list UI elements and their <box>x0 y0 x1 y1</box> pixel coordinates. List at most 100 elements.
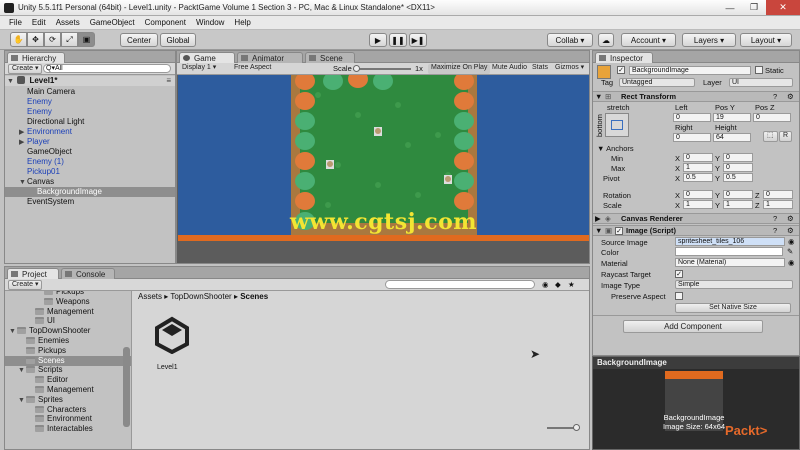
right-field[interactable]: 0 <box>673 133 711 142</box>
filter-label-icon[interactable]: ◆ <box>555 280 561 289</box>
collapse-arrow-icon[interactable]: ▼ <box>595 226 602 235</box>
layers-button[interactable]: Layers ▾ <box>682 33 736 47</box>
menu-help[interactable]: Help <box>229 18 255 27</box>
breadcrumb-scenes[interactable]: Scenes <box>240 292 268 301</box>
scene-menu-icon[interactable]: ≡ <box>166 76 171 86</box>
project-search-input[interactable] <box>385 280 535 289</box>
raw-edit-button[interactable]: R <box>779 131 793 142</box>
object-name-field[interactable]: BackgroundImage <box>629 66 751 75</box>
project-folder-item[interactable]: Interactables <box>5 424 131 434</box>
scale-y-field[interactable]: 1 <box>723 200 753 209</box>
display-select[interactable]: Display 1 ▾ <box>179 64 229 74</box>
project-folder-item[interactable]: Management <box>5 307 131 317</box>
scale-slider-thumb[interactable] <box>353 65 360 72</box>
settings-gear-icon[interactable]: ⚙ <box>787 92 794 101</box>
rot-x-field[interactable]: 0 <box>683 190 713 199</box>
icon-size-slider[interactable] <box>547 424 580 431</box>
hierarchy-item[interactable]: Enemy <box>5 97 175 107</box>
pivot-y-field[interactable]: 0.5 <box>723 173 753 182</box>
asset-level1[interactable]: Level1 <box>152 316 192 371</box>
material-field[interactable]: None (Material) <box>675 258 785 267</box>
object-picker-icon[interactable]: ◉ <box>788 237 795 246</box>
rect-transform-header[interactable]: ▼ ⊞ Rect Transform ? ⚙ <box>593 91 799 102</box>
maximize-icon[interactable]: ❐ <box>742 0 766 15</box>
set-native-size-button[interactable]: Set Native Size <box>675 303 791 313</box>
scene-row[interactable]: ▼ Level1* ≡ <box>5 76 175 86</box>
scale-tool-icon[interactable]: ⤢ <box>61 32 78 47</box>
maximize-on-play-toggle[interactable]: Maximize On Play <box>428 64 491 74</box>
scale-z-field[interactable]: 1 <box>763 200 793 209</box>
breadcrumb-topdownshooter[interactable]: TopDownShooter <box>170 292 231 301</box>
scale-slider[interactable] <box>353 65 411 72</box>
hierarchy-item[interactable]: GameObject <box>5 147 175 157</box>
project-folder-item[interactable]: Scenes <box>5 355 131 366</box>
eyedropper-icon[interactable]: ✎ <box>787 247 793 256</box>
project-folder-item[interactable]: Editor <box>5 375 131 385</box>
posy-field[interactable]: 19 <box>713 113 751 122</box>
tree-scrollbar[interactable] <box>123 347 130 427</box>
collapse-arrow-icon[interactable]: ▶ <box>595 214 601 223</box>
layer-dropdown[interactable]: UI <box>729 78 793 87</box>
preview-header[interactable]: BackgroundImage <box>593 357 799 369</box>
hand-tool-icon[interactable]: ✋ <box>10 32 27 47</box>
hierarchy-search-input[interactable]: Q▾All <box>43 64 171 73</box>
min-y-field[interactable]: 0 <box>723 153 753 162</box>
project-folder-item[interactable]: Weapons <box>5 297 131 307</box>
menu-file[interactable]: File <box>4 18 27 27</box>
canvas-renderer-header[interactable]: ▶ ◈ Canvas Renderer ? ⚙ <box>593 213 799 224</box>
project-folder-item[interactable]: Environment <box>5 414 131 424</box>
project-folder-item[interactable]: Characters <box>5 405 131 415</box>
expand-arrow-icon[interactable]: ▼ <box>7 77 15 87</box>
tab-project[interactable]: Project <box>7 268 59 279</box>
scale-x-field[interactable]: 1 <box>683 200 713 209</box>
anchor-presets-button[interactable] <box>605 113 629 137</box>
hierarchy-create-button[interactable]: Create ▾ <box>8 64 43 74</box>
help-icon[interactable]: ? <box>773 214 777 223</box>
gizmos-dropdown[interactable]: Gizmos ▾ <box>552 64 587 74</box>
anchors-foldout[interactable]: ▼ Anchors <box>597 144 634 153</box>
max-x-field[interactable]: 1 <box>683 163 713 172</box>
max-y-field[interactable]: 0 <box>723 163 753 172</box>
hierarchy-item[interactable]: Enemy (1) <box>5 157 175 167</box>
project-folder-item[interactable]: Enemies <box>5 336 131 346</box>
menu-window[interactable]: Window <box>191 18 229 27</box>
settings-gear-icon[interactable]: ⚙ <box>787 214 794 223</box>
tab-scene[interactable]: Scene <box>305 52 355 63</box>
hierarchy-item[interactable]: Main Camera <box>5 87 175 97</box>
hierarchy-item[interactable]: ▶ Environment <box>5 127 175 137</box>
pivot-x-field[interactable]: 0.5 <box>683 173 713 182</box>
cloud-icon[interactable]: ☁ <box>598 33 614 47</box>
object-picker-icon[interactable]: ◉ <box>788 258 795 267</box>
tab-game[interactable]: Game <box>179 52 235 63</box>
hierarchy-item[interactable]: Directional Light <box>5 117 175 127</box>
tab-console[interactable]: Console <box>61 268 115 279</box>
rot-y-field[interactable]: 0 <box>723 190 753 199</box>
hierarchy-item[interactable]: BackgroundImage <box>5 187 175 197</box>
min-x-field[interactable]: 0 <box>683 153 713 162</box>
color-field[interactable] <box>675 247 783 256</box>
stats-toggle[interactable]: Stats <box>529 64 551 74</box>
height-field[interactable]: 64 <box>713 133 751 142</box>
project-folder-item[interactable]: Management <box>5 385 131 395</box>
game-viewport[interactable]: www.cgtsj.com <box>178 75 589 241</box>
step-button-icon[interactable]: ▶❚ <box>409 33 427 47</box>
hierarchy-item[interactable]: Pickup01 <box>5 167 175 177</box>
settings-gear-icon[interactable]: ⚙ <box>787 226 794 235</box>
add-component-button[interactable]: Add Component <box>623 320 763 333</box>
star-icon[interactable]: ★ <box>568 280 575 289</box>
collab-button[interactable]: Collab ▾ <box>547 33 593 47</box>
active-checkbox[interactable]: ✓ <box>617 66 625 74</box>
menu-edit[interactable]: Edit <box>27 18 51 27</box>
menu-gameobject[interactable]: GameObject <box>85 18 140 27</box>
image-type-dropdown[interactable]: Simple <box>675 280 793 289</box>
mute-audio-toggle[interactable]: Mute Audio <box>489 64 530 74</box>
close-icon[interactable]: ✕ <box>766 0 800 15</box>
icon-size-thumb[interactable] <box>573 424 580 431</box>
static-checkbox[interactable] <box>755 66 763 74</box>
project-folder-item[interactable]: ▼ TopDownShooter <box>5 326 131 336</box>
menu-component[interactable]: Component <box>140 18 191 27</box>
hierarchy-item[interactable]: ▶ Player <box>5 137 175 147</box>
filter-type-icon[interactable]: ◉ <box>542 280 549 289</box>
project-folder-item[interactable]: ▼ Scripts <box>5 365 131 375</box>
account-button[interactable]: Account ▾ <box>621 33 676 47</box>
